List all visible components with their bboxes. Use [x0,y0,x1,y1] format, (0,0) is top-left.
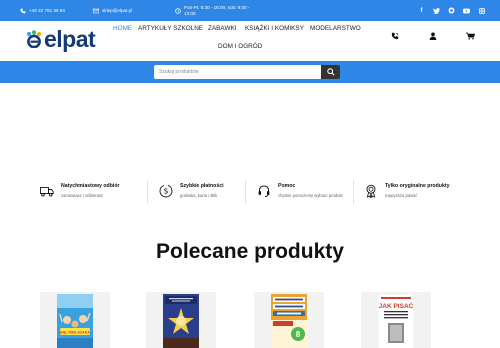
divider [245,180,246,204]
svg-text:JAK PISAĆ: JAK PISAĆ [379,301,414,310]
divider [353,180,354,204]
feature-title: Natychmiastowy odbiór [61,183,120,189]
opening-hours: Pon-Pt: 8:30 - 16:00, sob: 9:00 - 13:00 [175,0,255,21]
contact-email-text: sklep@elpat.pl [102,8,133,13]
product-card[interactable] [146,292,216,348]
product-cover-image: 8 [271,294,307,348]
nav-modelarstwo[interactable]: MODELARSTWO [310,25,361,32]
site-logo[interactable]: elpat [25,24,96,54]
product-card[interactable]: BĄL WAS SZAKA [40,292,110,348]
divider [147,180,148,204]
nav-ksiazki-i-komiksy[interactable]: KSIĄŻKI I KOMIKSY [245,25,304,32]
product-card[interactable]: JAK PISAĆ [361,292,431,348]
feature-subtitle: najwyższa jakość [385,193,418,198]
search-band [0,61,500,83]
contact-phone[interactable]: +48 22 781 36 84 [20,0,65,21]
product-cover-image: BĄL WAS SZAKA [57,294,93,348]
cart-icon[interactable] [465,31,475,41]
section-title: Polecane produkty [156,240,344,263]
feature-subtitle: zamawiasz i odbierasz [61,193,104,198]
feature-title: Szybkie płatności [180,183,224,189]
search-box [154,65,340,79]
phone-icon [20,8,26,14]
phone-icon[interactable] [390,31,400,41]
top-bar: +48 22 781 36 84 sklep@elpat.pl Pon-Pt: … [0,0,500,21]
clock-icon [175,7,181,14]
site-header: elpat HOME ARTYKUŁY SZKOLNE ZABAWKI KSIĄ… [0,21,500,61]
twitter-icon[interactable] [431,5,442,16]
nav-zabawki[interactable]: ZABAWKI [208,25,237,32]
product-cover-title: BĄL WAS SZAKA [60,330,90,334]
product-card[interactable]: 8 [254,292,324,348]
mail-icon [93,8,99,14]
nav-dom-i-ogrod[interactable]: DOM I OGRÓD [218,43,262,50]
svg-text:$: $ [164,187,169,196]
feature-subtitle: chętnie pomożemy wybrać produkt [278,193,343,198]
facebook-icon[interactable]: f [416,5,427,16]
contact-email[interactable]: sklep@elpat.pl [93,0,132,21]
nav-artykuly-szkolne[interactable]: ARTYKUŁY SZKOLNE [138,25,203,32]
logo-text: elpat [44,25,96,52]
youtube-icon[interactable] [461,5,472,16]
award-icon [364,184,378,199]
feature-subtitle: gotówka, karta i Blik [180,193,218,198]
opening-hours-text: Pon-Pt: 8:30 - 16:00, sob: 9:00 - 13:00 [184,4,250,16]
nav-home[interactable]: HOME [113,25,132,32]
feature-title: Tylko oryginalne produkty [385,183,450,189]
logo-mark-icon [25,30,43,49]
search-button[interactable] [321,65,340,79]
dollar-icon: $ [159,184,173,198]
user-icon[interactable] [428,31,438,41]
contact-phone-text: +48 22 781 36 84 [29,8,65,13]
search-icon [326,63,335,81]
feature-title: Pomoc [278,183,296,189]
headset-icon [257,184,271,198]
product-cover-image: JAK PISAĆ [378,294,414,348]
features-row: Natychmiastowy odbiór zamawiasz i odbier… [40,178,460,208]
google-icon[interactable] [446,5,457,16]
product-cover-image [163,294,199,348]
svg-text:8: 8 [296,330,301,339]
instagram-icon[interactable] [476,5,487,16]
truck-icon [40,184,54,198]
search-input[interactable] [154,65,321,79]
